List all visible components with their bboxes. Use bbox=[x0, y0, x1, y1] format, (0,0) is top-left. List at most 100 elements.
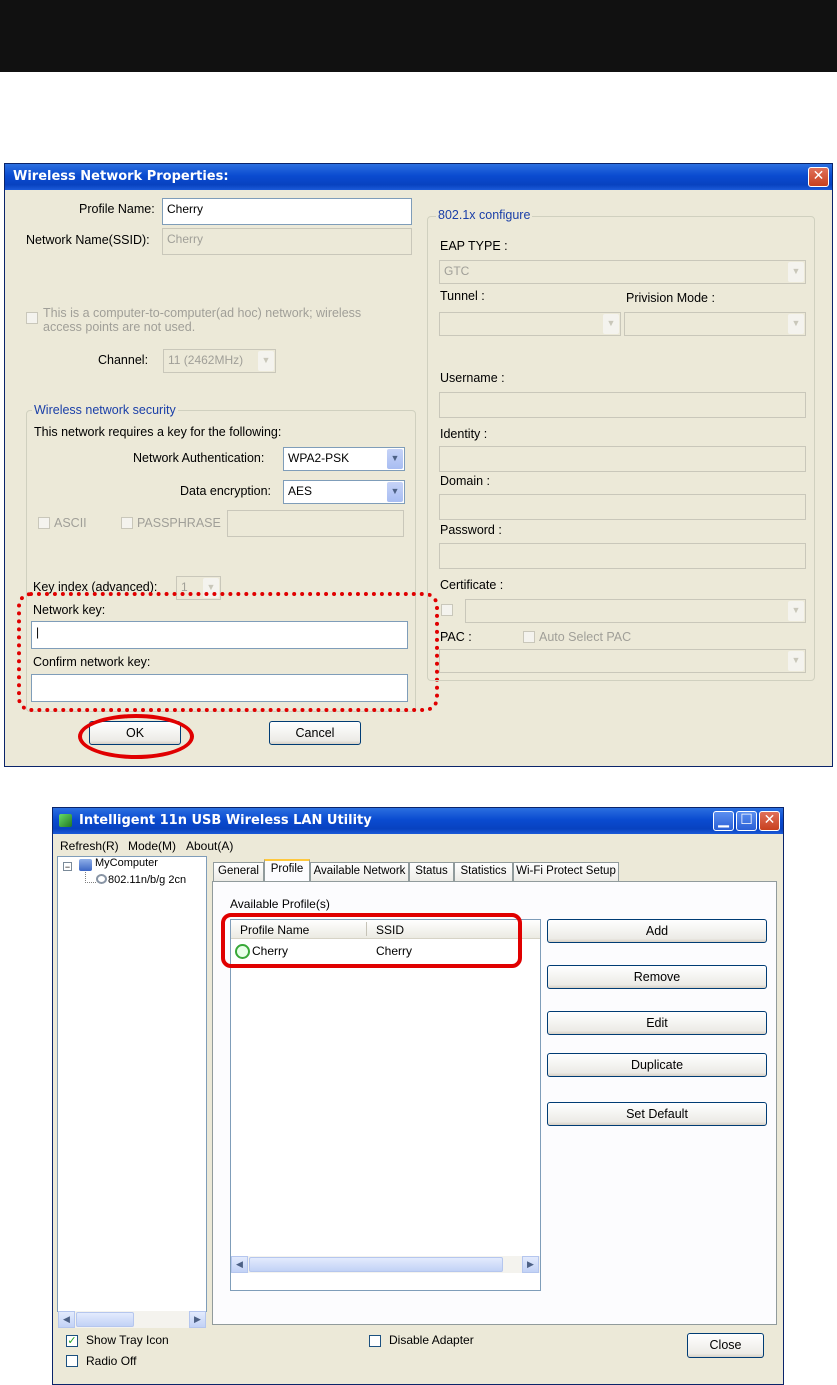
pac-label: PAC : bbox=[440, 630, 472, 644]
scroll-right-icon[interactable]: ▶ bbox=[189, 1311, 206, 1328]
ssid-label: Network Name(SSID): bbox=[26, 233, 150, 247]
show-tray-checkbox[interactable]: ✓ bbox=[66, 1335, 78, 1347]
passphrase-input bbox=[227, 510, 404, 537]
properties-title: Wireless Network Properties: bbox=[13, 169, 229, 184]
disable-adapter-label: Disable Adapter bbox=[389, 1333, 474, 1347]
tab-status[interactable]: Status bbox=[409, 862, 454, 881]
chevron-down-icon: ▼ bbox=[387, 449, 403, 469]
auto-pac-label: Auto Select PAC bbox=[539, 630, 632, 644]
tree-adapter[interactable]: 802.11n/b/g 2cn bbox=[108, 874, 204, 886]
tree-line bbox=[85, 872, 96, 883]
scroll-right-icon[interactable]: ▶ bbox=[522, 1256, 539, 1273]
tab-wps[interactable]: Wi-Fi Protect Setup bbox=[513, 862, 619, 881]
maximize-icon[interactable]: ☐ bbox=[736, 811, 757, 831]
chevron-down-icon: ▼ bbox=[788, 651, 804, 671]
network-key-highlight bbox=[17, 592, 439, 712]
certificate-label: Certificate : bbox=[440, 578, 504, 592]
eap-type-value: GTC bbox=[444, 264, 470, 278]
encryption-value: AES bbox=[288, 484, 313, 498]
set-default-button[interactable]: Set Default bbox=[547, 1102, 767, 1126]
properties-titlebar: Wireless Network Properties: bbox=[5, 164, 832, 190]
auth-select[interactable]: WPA2-PSK ▼ bbox=[283, 447, 405, 471]
properties-close-icon[interactable]: ✕ bbox=[808, 167, 829, 187]
menu-mode[interactable]: Mode(M) bbox=[128, 839, 176, 853]
radio-off-checkbox[interactable] bbox=[66, 1355, 78, 1367]
chevron-down-icon: ▼ bbox=[387, 482, 403, 502]
encryption-select[interactable]: AES ▼ bbox=[283, 480, 405, 504]
close-button[interactable]: Close bbox=[687, 1333, 764, 1358]
identity-label: Identity : bbox=[440, 427, 488, 441]
username-input bbox=[439, 392, 806, 418]
chevron-down-icon: ▼ bbox=[258, 351, 274, 371]
passphrase-checkbox bbox=[121, 517, 133, 529]
eap-type-select: GTC ▼ bbox=[439, 260, 806, 284]
username-label: Username : bbox=[440, 371, 505, 385]
profile-row-highlight bbox=[221, 913, 522, 968]
profile-list bbox=[230, 919, 541, 1291]
menu-refresh[interactable]: Refresh(R) bbox=[60, 839, 119, 853]
channel-label: Channel: bbox=[98, 353, 149, 367]
tab-strip: General Profile Available Network Status… bbox=[212, 859, 777, 882]
wireless-app-icon bbox=[59, 814, 72, 827]
utility-close-icon[interactable]: ✕ bbox=[759, 811, 780, 831]
duplicate-button[interactable]: Duplicate bbox=[547, 1053, 767, 1077]
menu-about[interactable]: About(A) bbox=[186, 839, 233, 853]
remove-button[interactable]: Remove bbox=[547, 965, 767, 989]
security-group-title: Wireless network security bbox=[32, 403, 178, 417]
tunnel-select: ▼ bbox=[439, 312, 621, 336]
chevron-down-icon: ▼ bbox=[603, 314, 619, 334]
certificate-checkbox bbox=[441, 604, 453, 616]
disable-adapter-checkbox[interactable] bbox=[369, 1335, 381, 1347]
ssid-input: Cherry bbox=[162, 228, 412, 255]
radio-off-label: Radio Off bbox=[86, 1354, 137, 1368]
security-text: This network requires a key for the foll… bbox=[34, 425, 282, 439]
eap-type-label: EAP TYPE : bbox=[440, 239, 508, 253]
utility-titlebar: Intelligent 11n USB Wireless LAN Utility bbox=[53, 808, 783, 834]
tree-scroll-thumb[interactable] bbox=[76, 1312, 134, 1327]
scroll-left-icon[interactable]: ◀ bbox=[231, 1256, 248, 1273]
device-tree bbox=[57, 856, 207, 1312]
ascii-checkbox bbox=[38, 517, 50, 529]
list-scroll-thumb[interactable] bbox=[249, 1257, 503, 1272]
chevron-down-icon: ▼ bbox=[788, 314, 804, 334]
auto-pac-checkbox bbox=[523, 631, 535, 643]
identity-input bbox=[439, 446, 806, 472]
pac-select: ▼ bbox=[439, 649, 806, 673]
tree-expand-icon[interactable]: − bbox=[63, 862, 72, 872]
password-input bbox=[439, 543, 806, 569]
auth-value: WPA2-PSK bbox=[288, 451, 350, 465]
adhoc-checkbox bbox=[26, 312, 38, 324]
certificate-select: ▼ bbox=[465, 599, 806, 623]
edit-button[interactable]: Edit bbox=[547, 1011, 767, 1035]
adapter-icon bbox=[96, 874, 107, 884]
tab-statistics[interactable]: Statistics bbox=[454, 862, 513, 881]
tab-available-network[interactable]: Available Network bbox=[310, 862, 409, 881]
password-label: Password : bbox=[440, 523, 502, 537]
tab-profile[interactable]: Profile bbox=[264, 859, 310, 882]
passphrase-label: PASSPHRASE bbox=[137, 516, 221, 530]
adhoc-label-line2: access points are not used. bbox=[43, 320, 196, 334]
scroll-left-icon[interactable]: ◀ bbox=[58, 1311, 75, 1328]
ok-button-highlight bbox=[78, 714, 194, 759]
add-button[interactable]: Add bbox=[547, 919, 767, 943]
channel-select: 11 (2462MHz) ▼ bbox=[163, 349, 276, 373]
auth-label: Network Authentication: bbox=[133, 451, 265, 465]
tunnel-label: Tunnel : bbox=[440, 289, 485, 303]
encryption-label: Data encryption: bbox=[180, 484, 272, 498]
profile-name-label: Profile Name: bbox=[79, 202, 155, 216]
profile-name-input[interactable]: Cherry bbox=[162, 198, 412, 225]
chevron-down-icon: ▼ bbox=[788, 601, 804, 621]
domain-label: Domain : bbox=[440, 474, 491, 488]
ascii-label: ASCII bbox=[54, 516, 87, 530]
tree-root[interactable]: MyComputer bbox=[95, 857, 158, 869]
tab-general[interactable]: General bbox=[213, 862, 264, 881]
show-tray-label: Show Tray Icon bbox=[86, 1333, 169, 1347]
cancel-button[interactable]: Cancel bbox=[269, 721, 361, 745]
adhoc-label-line1: This is a computer-to-computer(ad hoc) n… bbox=[43, 306, 362, 320]
available-profiles-label: Available Profile(s) bbox=[230, 897, 330, 911]
minimize-icon[interactable]: ▁ bbox=[713, 811, 734, 831]
dot1x-group-title: 802.1x configure bbox=[436, 208, 533, 222]
provision-mode-select: ▼ bbox=[624, 312, 806, 336]
provision-mode-label: Privision Mode : bbox=[626, 291, 715, 305]
channel-value: 11 (2462MHz) bbox=[168, 353, 244, 367]
